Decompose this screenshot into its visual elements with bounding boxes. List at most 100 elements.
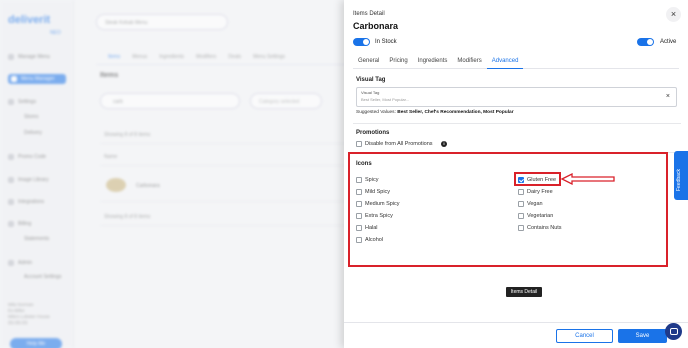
user-icon: [8, 260, 14, 266]
icon-label-alcohol: Alcohol: [365, 237, 384, 243]
items-heading: Items: [100, 72, 119, 79]
category-filter[interactable]: Category selected: [250, 93, 322, 109]
tag-icon: [8, 154, 14, 160]
tab-menu-settings[interactable]: Menu Settings: [253, 54, 285, 60]
tab-underline: [96, 64, 346, 65]
icon-checkbox-alcohol[interactable]: [356, 237, 362, 243]
visual-tag-field-label: Visual Tag: [361, 90, 380, 95]
tab-advanced[interactable]: Advanced: [486, 55, 524, 69]
icon-checkbox-dairy-free[interactable]: [518, 189, 524, 195]
tab-modifiers[interactable]: Modifiers: [452, 55, 486, 69]
food-thumbnail: [106, 178, 126, 192]
icon-checkbox-medium-spicy[interactable]: [356, 201, 362, 207]
panel-header-label: Items Detail: [353, 11, 385, 17]
food-name: Carbonara: [136, 183, 160, 189]
main-tabs: Items Menus Ingredients Modifiers Deals …: [108, 54, 285, 60]
sidebar-item-manage-menu[interactable]: Manage Menu: [8, 52, 66, 62]
tab-items[interactable]: Items: [108, 54, 120, 60]
icon-checkbox-spicy[interactable]: [356, 177, 362, 183]
info-icon[interactable]: i: [441, 141, 447, 147]
help-button[interactable]: Help Me: [10, 338, 62, 348]
table-row: Name: [100, 148, 350, 166]
icon-checkbox-vegan[interactable]: [518, 201, 524, 207]
chat-icon[interactable]: [665, 323, 682, 340]
plug-icon: [8, 199, 14, 205]
icon-checkbox-halal[interactable]: [356, 225, 362, 231]
icon-label-vegan: Vegan: [527, 201, 543, 207]
sidebar-item-integrations[interactable]: Integrations: [8, 197, 66, 207]
divider: [353, 123, 681, 124]
suggested-list[interactable]: Best Seller, Chef's Recommendation, Most…: [397, 110, 513, 115]
arrow-icon: [560, 173, 615, 185]
tab-deals[interactable]: Deals: [228, 54, 241, 60]
items-detail-panel: Items Detail × Carbonara In Stock Active…: [344, 0, 688, 348]
cancel-button[interactable]: Cancel: [556, 329, 613, 343]
sidebar-item-delivery[interactable]: Delivery: [24, 128, 82, 138]
icon-label-vegetarian: Vegetarian: [527, 213, 554, 219]
icon-checkbox-extra-spicy[interactable]: [356, 213, 362, 219]
menu-select[interactable]: Steak Kebab Menu: [96, 14, 228, 30]
main-content: Steak Kebab Menu Items Menus Ingredients…: [90, 0, 350, 348]
icon-label-mild-spicy: Mild Spicy: [365, 189, 391, 195]
sidebar-item-menu-manager[interactable]: Menu Manager: [8, 74, 66, 84]
icon-label-medium-spicy: Medium Spicy: [365, 201, 400, 207]
image-icon: [8, 177, 14, 183]
in-stock-toggle[interactable]: [353, 38, 370, 46]
list-icon: [11, 76, 17, 82]
search-input[interactable]: carb: [100, 93, 240, 109]
tab-pricing[interactable]: Pricing: [384, 55, 412, 69]
icons-highlight-box: [348, 152, 668, 267]
table-row: Showing 8 of 8 items: [100, 208, 350, 226]
icon-label-extra-spicy: Extra Spicy: [365, 213, 393, 219]
gear-icon: [8, 99, 14, 105]
icon-label-spicy: Spicy: [365, 177, 379, 183]
sidebar-item-promo-code[interactable]: Promo Code: [8, 152, 66, 162]
visual-tag-input[interactable]: Visual Tag Best Seller, Most Popular... …: [356, 87, 677, 107]
icon-checkbox-mild-spicy[interactable]: [356, 189, 362, 195]
detail-tabs: General Pricing Ingredients Modifiers Ad…: [353, 55, 679, 69]
icon-label-gluten-free: Gluten Free: [527, 177, 557, 183]
suggested-values: Suggested Values: Best Seller, Chef's Re…: [356, 110, 514, 115]
menu-icon: [8, 54, 14, 60]
app-logo: deliverit: [8, 14, 51, 26]
icon-label-halal: Halal: [365, 225, 378, 231]
sidebar-item-stores[interactable]: Stores: [24, 112, 82, 122]
item-title: Carbonara: [353, 21, 399, 31]
disable-promotions-checkbox[interactable]: [356, 141, 362, 147]
visual-tag-title: Visual Tag: [356, 77, 386, 83]
tab-modifiers[interactable]: Modifiers: [196, 54, 216, 60]
promotions-title: Promotions: [356, 130, 390, 136]
tab-general[interactable]: General: [353, 55, 384, 69]
feedback-label: Feedback: [676, 169, 682, 191]
icon-checkbox-vegetarian[interactable]: [518, 213, 524, 219]
tab-ingredients[interactable]: Ingredients: [413, 55, 453, 69]
clear-icon[interactable]: ×: [666, 93, 670, 100]
card-icon: [8, 221, 14, 227]
close-button[interactable]: ×: [666, 7, 681, 22]
active-label: Active: [660, 39, 677, 45]
sidebar-item-billing[interactable]: Billing: [8, 219, 66, 229]
icon-label-dairy-free: Dairy Free: [527, 189, 553, 195]
table-row: Showing 8 of 8 items: [100, 126, 350, 144]
feedback-tab[interactable]: Feedback: [674, 151, 688, 200]
active-toggle[interactable]: [637, 38, 654, 46]
sidebar-item-admin[interactable]: Admin: [8, 258, 66, 268]
icon-checkbox-contains-nuts[interactable]: [518, 225, 524, 231]
save-button[interactable]: Save: [618, 329, 667, 343]
icon-label-contains-nuts: Contains Nuts: [527, 225, 562, 231]
icon-checkbox-gluten-free[interactable]: [518, 177, 524, 183]
sidebar-item-statements[interactable]: Statements: [24, 234, 82, 244]
visual-tag-placeholder: Best Seller, Most Popular...: [361, 97, 410, 102]
sidebar-item-image-library[interactable]: Image Library: [8, 175, 66, 185]
footer-divider: [344, 322, 688, 323]
sidebar-item-account-settings[interactable]: Account Settings: [24, 272, 82, 282]
tab-ingredients[interactable]: Ingredients: [159, 54, 184, 60]
tooltip: Items Detail: [506, 287, 542, 297]
suggested-prefix: Suggested Values:: [356, 110, 396, 115]
disable-promotions-label: Disable from All Promotions: [365, 141, 433, 147]
tab-menus[interactable]: Menus: [132, 54, 147, 60]
in-stock-label: In Stock: [375, 39, 397, 45]
sidebar-item-settings[interactable]: Settings: [8, 97, 66, 107]
user-info: Mila Norman Ex-Biller Mila's Lobster Hou…: [8, 302, 50, 325]
icons-title: Icons: [356, 161, 372, 167]
